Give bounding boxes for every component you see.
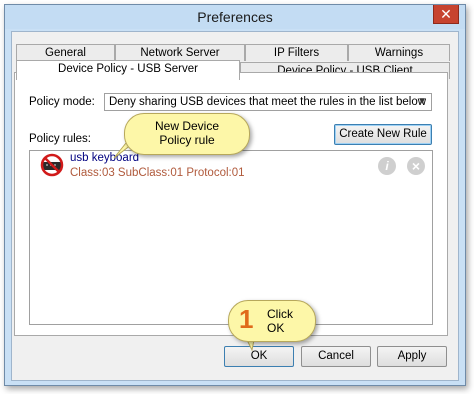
click-ok-line-2: OK (267, 321, 285, 335)
create-new-rule-button[interactable]: Create New Rule (334, 124, 432, 145)
callout-line-2: Policy rule (159, 133, 215, 147)
title-bar[interactable]: Preferences ✕ (5, 5, 465, 29)
window-title: Preferences (197, 9, 273, 25)
policy-mode-value: Deny sharing USB devices that meet the r… (109, 96, 427, 108)
tab-general[interactable]: General (16, 44, 115, 61)
policy-mode-select[interactable]: Deny sharing USB devices that meet the r… (104, 93, 432, 111)
click-ok-callout: 1 Click OK (228, 300, 316, 342)
chevron-down-icon: ▼ (417, 96, 427, 107)
tab-warnings[interactable]: Warnings (348, 44, 450, 61)
close-button[interactable]: ✕ (433, 5, 459, 24)
click-ok-line-1: Click (267, 307, 293, 321)
info-edit-icon[interactable]: i (378, 157, 396, 175)
cancel-button[interactable]: Cancel (301, 346, 371, 367)
tab-ip-filters[interactable]: IP Filters (245, 44, 348, 61)
new-rule-callout: New Device Policy rule (124, 113, 250, 155)
policy-rules-label: Policy rules: (29, 133, 91, 145)
apply-button[interactable]: Apply (377, 346, 447, 367)
delete-icon[interactable]: × (407, 157, 425, 175)
tab-device-policy-usb-server[interactable]: Device Policy - USB Server (16, 60, 240, 80)
tab-network-server[interactable]: Network Server (115, 44, 245, 61)
policy-mode-label: Policy mode: (29, 96, 95, 108)
usb-keyboard-denied-icon (40, 153, 64, 177)
step-number: 1 (239, 304, 254, 334)
rule-description: Class:03 SubClass:01 Protocol:01 (70, 167, 245, 179)
callout-line-1: New Device (154, 119, 220, 133)
